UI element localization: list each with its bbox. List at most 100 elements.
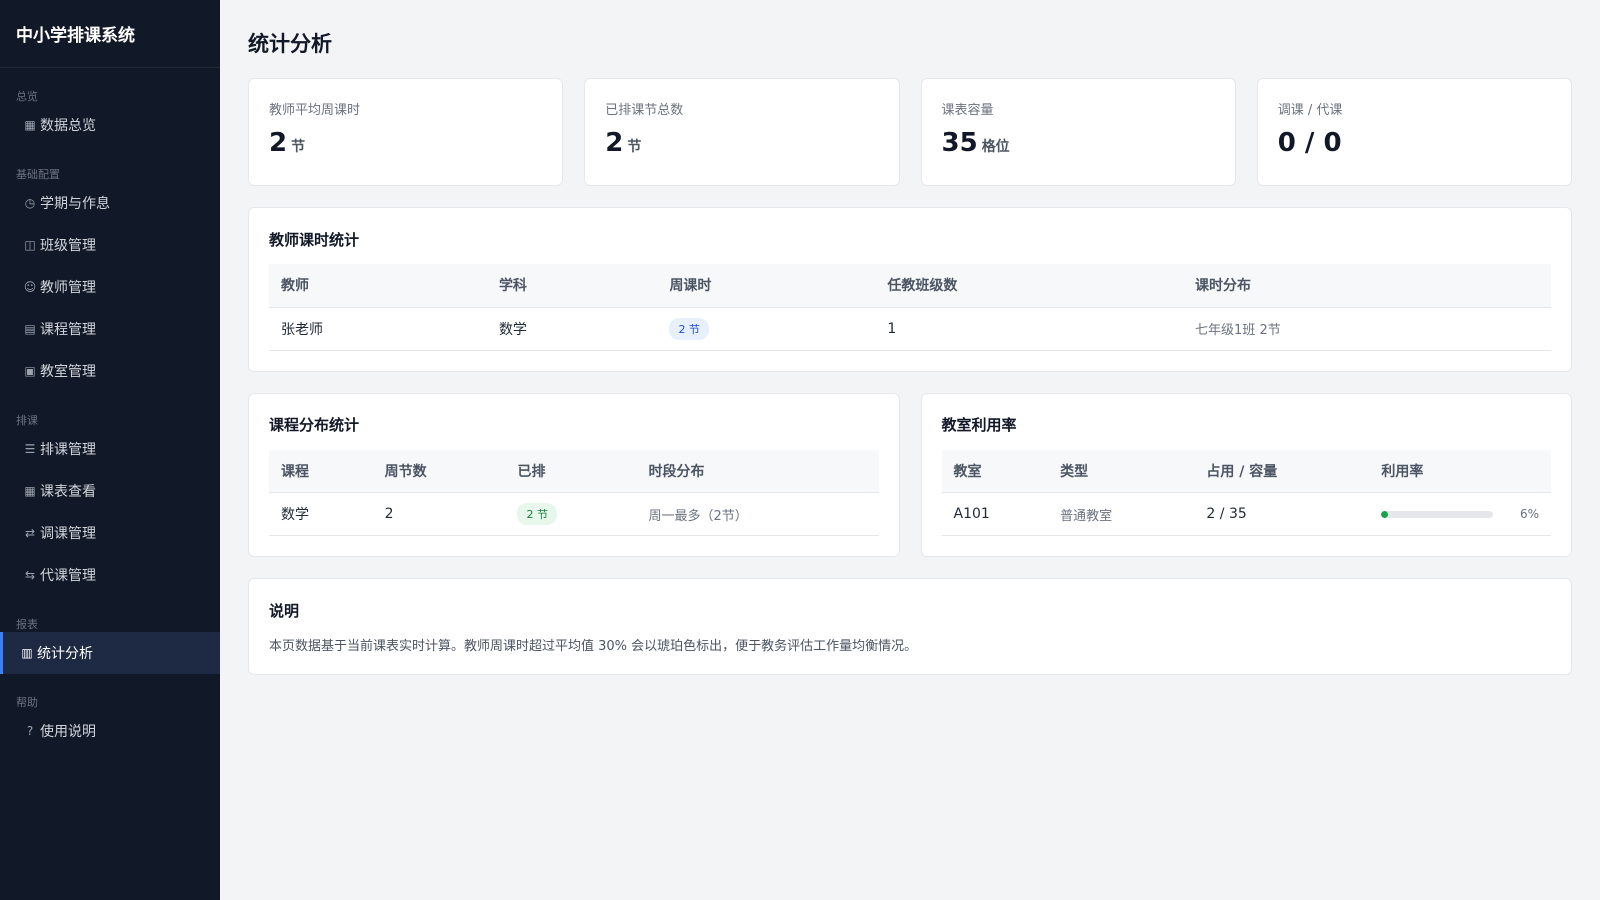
swap-icon: ⇄ (24, 526, 36, 540)
secondary-stats-row: 课程分布统计 课程 周节数 已排 时段分布 数学 2 2 节 周一最多（2节） … (248, 392, 1572, 557)
sidebar-item[interactable]: ⇄ 调课管理 (0, 512, 220, 554)
sidebar-item-label: 教师管理 (40, 280, 96, 296)
sidebar-item-label: 数据总览 (40, 118, 96, 134)
room-name: A101 (941, 492, 1049, 536)
stat-cards: 教师平均周课时 2节 已排课节总数 2节 课表容量 35 格位 调课 / 代课 0… (248, 78, 1572, 186)
grid-icon: ▦ (24, 118, 36, 132)
weekly-hours-badge: 2 节 (669, 317, 709, 340)
room-type: 普通教室 (1048, 492, 1195, 536)
period-distribution: 周一最多（2节） (636, 492, 879, 536)
stat-value: 2 (269, 128, 288, 158)
stat-value: 0 / 0 (1277, 128, 1342, 158)
scheduled-badge: 2 节 (517, 503, 557, 525)
sidebar-item-label: 班级管理 (40, 238, 96, 254)
sidebar-item[interactable]: ☰ 排课管理 (0, 428, 220, 470)
sidebar-item[interactable]: ⇆ 代课管理 (0, 554, 220, 596)
column-header: 任教班级数 (875, 264, 1184, 308)
card-title: 教室利用率 (941, 416, 1017, 434)
column-header: 教师 (269, 264, 487, 308)
scheduled-cell: 2 节 (505, 492, 637, 536)
weekly-hours-cell: 2 节 (657, 307, 876, 351)
table-row: 数学 2 2 节 周一最多（2节） (269, 492, 879, 536)
card-title: 说明 (269, 601, 300, 620)
stat-value: 35 (941, 128, 978, 158)
timetable-icon: ▦ (24, 484, 36, 498)
utilization-cell: 6% (1369, 492, 1551, 536)
nav-section-label: 基础配置 (16, 168, 60, 181)
note-card: 说明 本页数据基于当前课表实时计算。教师周课时超过平均值 30% 会以琥珀色标出… (248, 578, 1572, 675)
teacher-hours-table: 教师 学科 周课时 任教班级数 课时分布 张老师 数学 2 节 1 七年级1班 … (269, 264, 1551, 351)
substitute-icon: ⇆ (24, 568, 36, 582)
stat-card-swap-substitute: 调课 / 代课 0 / 0 (1256, 78, 1572, 186)
column-header: 课时分布 (1183, 264, 1551, 308)
column-header: 教室 (941, 449, 1049, 493)
sidebar-item[interactable]: ▦ 课表查看 (0, 470, 220, 512)
utilization-bar-fill (1381, 510, 1389, 518)
stat-card-avg-hours: 教师平均周课时 2节 (248, 78, 564, 186)
class-count: 1 (875, 307, 1184, 351)
column-header: 课程 (269, 449, 373, 493)
note-text: 本页数据基于当前课表实时计算。教师周课时超过平均值 30% 会以琥珀色标出，便于… (269, 639, 918, 654)
clock-icon: ◷ (24, 196, 36, 210)
course-name: 数学 (269, 492, 373, 536)
sidebar-item[interactable]: ▦ 数据总览 (0, 104, 220, 146)
main-content: 统计分析 教师平均周课时 2节 已排课节总数 2节 课表容量 35 格位 调课 /… (220, 0, 1600, 900)
sidebar-item-label: 调课管理 (40, 526, 96, 542)
card-title: 课程分布统计 (269, 416, 360, 434)
column-header: 已排 (505, 449, 637, 493)
stat-value: 2 (605, 128, 624, 158)
stat-label: 调课 / 代课 (1277, 103, 1343, 118)
sidebar-item-label: 教室管理 (40, 364, 96, 380)
column-header: 周课时 (657, 264, 876, 308)
sidebar-item[interactable]: ▤ 课程管理 (0, 308, 220, 350)
sidebar-nav: 总览 ▦ 数据总览 基础配置 ◷ 学期与作息 ◫ 班级管理 ☺ 教师管理 ▤ 课程管理 ▣ 教室管理 排课 ☰… (0, 80, 220, 752)
sidebar-item[interactable]: ▣ 教室管理 (0, 350, 220, 392)
stat-label: 课表容量 (941, 103, 994, 118)
sidebar-item-label: 统计分析 (37, 646, 93, 662)
table-header-row: 课程 周节数 已排 时段分布 (269, 449, 879, 493)
stat-unit: 节 (627, 139, 642, 155)
sidebar-item[interactable]: ☺ 教师管理 (0, 266, 220, 308)
teacher-icon: ☺ (23, 280, 37, 294)
sidebar-item-label: 课表查看 (40, 484, 96, 500)
utilization: 6% (1381, 507, 1539, 521)
table-row: 张老师 数学 2 节 1 七年级1班 2节 (269, 307, 1551, 351)
sidebar-item-label: 代课管理 (40, 568, 96, 584)
nav-section-label: 帮助 (16, 696, 38, 709)
column-header: 周节数 (372, 449, 506, 493)
stat-label: 已排课节总数 (605, 103, 684, 118)
nav-section-label: 报表 (16, 618, 38, 631)
room-utilization-card: 教室利用率 教室 类型 占用 / 容量 利用率 A101 普通教室 2 / 35… (920, 392, 1572, 557)
sidebar-item[interactable]: ◫ 班级管理 (0, 224, 220, 266)
room-utilization-table: 教室 类型 占用 / 容量 利用率 A101 普通教室 2 / 35 6% (941, 449, 1551, 536)
stat-unit: 节 (291, 139, 306, 155)
sidebar-item-label: 排课管理 (40, 442, 96, 458)
sidebar-item[interactable]: ▥ 统计分析 (0, 632, 220, 674)
app-title: 中小学排课系统 (0, 0, 220, 68)
class-icon: ◫ (24, 238, 36, 252)
weekly-lessons: 2 (372, 492, 506, 536)
room-usage: 2 / 35 (1194, 492, 1370, 536)
column-header: 利用率 (1369, 449, 1551, 493)
sidebar: 中小学排课系统 总览 ▦ 数据总览 基础配置 ◷ 学期与作息 ◫ 班级管理 ☺ 教师管理 ▤ 课程管理… (0, 0, 220, 900)
sidebar-item-label: 课程管理 (40, 322, 96, 338)
course-distribution-table: 课程 周节数 已排 时段分布 数学 2 2 节 周一最多（2节） (269, 449, 879, 536)
teacher-name: 张老师 (269, 307, 487, 351)
column-header: 占用 / 容量 (1194, 449, 1370, 493)
stat-card-capacity: 课表容量 35 格位 (920, 78, 1236, 186)
nav-section-label: 排课 (16, 414, 38, 427)
course-distribution-card: 课程分布统计 课程 周节数 已排 时段分布 数学 2 2 节 周一最多（2节） (248, 392, 900, 557)
sidebar-item-label: 学期与作息 (40, 196, 110, 212)
stat-card-total-lessons: 已排课节总数 2节 (584, 78, 900, 186)
hours-distribution: 七年级1班 2节 (1183, 307, 1551, 351)
page-title: 统计分析 (248, 32, 332, 56)
classroom-icon: ▣ (24, 364, 36, 378)
stat-label: 教师平均周课时 (269, 103, 361, 118)
column-header: 时段分布 (636, 449, 879, 493)
table-row: A101 普通教室 2 / 35 6% (941, 492, 1551, 536)
sidebar-item[interactable]: ◷ 学期与作息 (0, 182, 220, 224)
teacher-hours-card: 教师课时统计 教师 学科 周课时 任教班级数 课时分布 张老师 数学 2 节 1… (248, 207, 1572, 372)
help-icon: ? (26, 724, 34, 738)
sidebar-item[interactable]: ? 使用说明 (0, 710, 220, 752)
table-header-row: 教室 类型 占用 / 容量 利用率 (941, 449, 1551, 493)
